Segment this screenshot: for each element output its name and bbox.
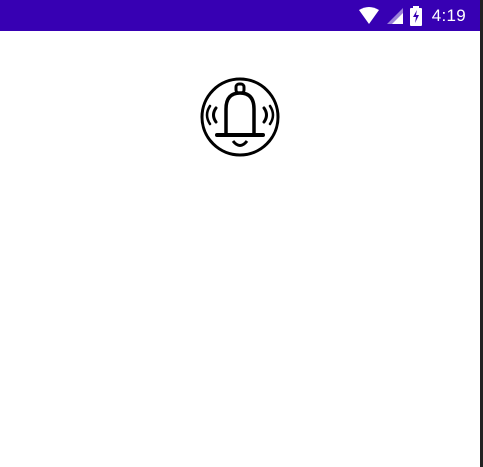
cellular-signal-icon xyxy=(386,7,404,25)
bell-button[interactable] xyxy=(200,77,280,157)
app-screen: 4:19 xyxy=(0,0,480,467)
battery-charging-icon xyxy=(409,5,422,26)
clock: 4:19 xyxy=(431,5,466,25)
wifi-icon xyxy=(358,6,380,25)
bell-ringing-icon xyxy=(200,77,280,157)
main-content xyxy=(0,31,480,467)
status-bar: 4:19 xyxy=(0,0,480,31)
